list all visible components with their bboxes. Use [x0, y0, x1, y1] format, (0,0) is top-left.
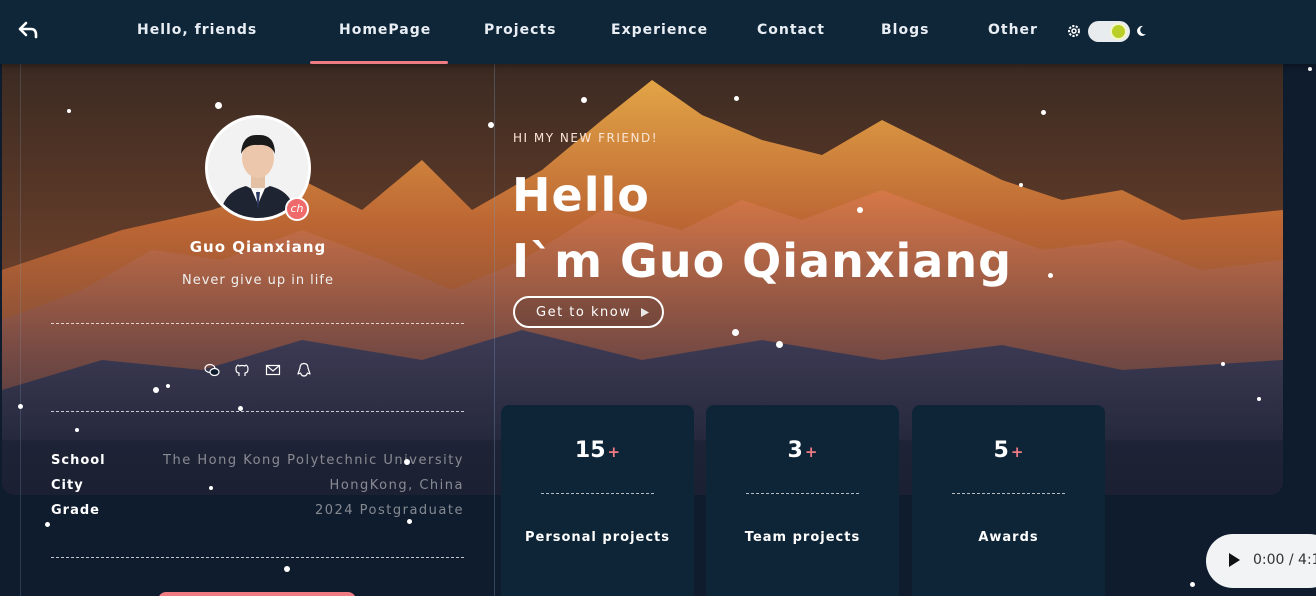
snow-particle: [488, 122, 494, 128]
play-icon[interactable]: [1228, 553, 1240, 567]
info-row-grade: Grade 2024 Postgraduate: [51, 503, 464, 521]
snow-particle: [857, 207, 863, 213]
hero-title-line1: Hello: [512, 168, 650, 222]
snow-particle: [166, 384, 170, 388]
stat-label: Awards: [978, 530, 1039, 545]
nav-item-blogs[interactable]: Blogs: [881, 22, 929, 38]
snow-particle: [1041, 110, 1046, 115]
theme-toggle[interactable]: [1088, 21, 1130, 42]
audio-time: 0:00 / 4:1: [1253, 552, 1316, 568]
snow-particle: [1308, 67, 1312, 71]
snow-particle: [209, 486, 213, 490]
snow-particle: [776, 341, 783, 348]
info-value: 2024 Postgraduate: [314, 503, 464, 518]
toggle-knob: [1110, 23, 1127, 40]
snow-particle: [18, 404, 23, 409]
gear-icon[interactable]: [1066, 23, 1082, 39]
github-icon[interactable]: [234, 362, 250, 378]
hero-kicker: HI MY NEW FRIEND!: [513, 131, 659, 145]
nav-item-other[interactable]: Other: [988, 22, 1038, 38]
snow-particle: [284, 566, 290, 572]
snow-particle: [732, 329, 739, 336]
snow-particle: [45, 522, 50, 527]
info-label: City: [51, 478, 84, 493]
snow-particle: [215, 102, 222, 109]
profile-divider-1: [51, 323, 464, 324]
stat-card-awards[interactable]: 5 + Awards: [912, 405, 1105, 596]
stat-divider: [541, 493, 654, 494]
cta-label: Get to know: [536, 305, 632, 320]
mail-icon[interactable]: [265, 362, 281, 378]
nav-item-contact[interactable]: Contact: [757, 22, 825, 38]
stat-card-team-projects[interactable]: 3 + Team projects: [706, 405, 899, 596]
avatar-badge: ch: [285, 197, 309, 221]
top-navbar: Hello, friends HomePage Projects Experie…: [0, 0, 1316, 64]
nav-item-experience[interactable]: Experience: [611, 22, 708, 38]
snow-particle: [238, 406, 243, 411]
play-arrow-icon: [641, 308, 649, 317]
snow-particle: [404, 459, 410, 465]
info-value: HongKong, China: [329, 478, 464, 493]
snow-particle: [734, 96, 739, 101]
snow-particle: [407, 519, 412, 524]
info-row-school: School The Hong Kong Polytechnic Univers…: [51, 453, 464, 471]
profile-motto: Never give up in life: [182, 273, 334, 288]
stat-card-personal-projects[interactable]: 15 + Personal projects: [501, 405, 694, 596]
profile-action-button[interactable]: [158, 592, 356, 596]
stat-value: 5 +: [993, 438, 1024, 463]
stat-value: 15 +: [574, 438, 621, 463]
info-row-city: City HongKong, China: [51, 478, 464, 496]
nav-item-projects[interactable]: Projects: [484, 22, 556, 38]
audio-player[interactable]: 0:00 / 4:1: [1206, 534, 1316, 588]
column-divider: [494, 64, 495, 596]
info-value: The Hong Kong Polytechnic University: [163, 453, 464, 468]
active-nav-indicator: [310, 61, 448, 64]
info-label: Grade: [51, 503, 100, 518]
stat-divider: [952, 493, 1065, 494]
stat-divider: [746, 493, 859, 494]
snow-particle: [1048, 273, 1053, 278]
snow-particle: [581, 97, 587, 103]
profile-divider-3: [51, 557, 464, 558]
snow-particle: [1257, 397, 1261, 401]
snow-particle: [1221, 362, 1225, 366]
info-label: School: [51, 453, 106, 468]
back-arrow-icon[interactable]: [16, 18, 40, 42]
moon-icon: [1137, 25, 1146, 36]
wechat-icon[interactable]: [204, 362, 220, 378]
qq-icon[interactable]: [296, 362, 312, 378]
hero-title: Hello I`m Guo Qianxiang: [512, 162, 1012, 294]
nav-item-homepage[interactable]: HomePage: [339, 22, 431, 38]
profile-divider-2: [51, 411, 464, 412]
get-to-know-button[interactable]: Get to know: [513, 296, 664, 328]
column-divider-left: [20, 64, 21, 596]
snow-particle: [1019, 183, 1023, 187]
snow-particle: [1190, 582, 1195, 587]
stat-label: Team projects: [744, 530, 861, 545]
nav-greeting: Hello, friends: [137, 22, 258, 38]
stat-value: 3 +: [787, 438, 818, 463]
snow-particle: [153, 387, 159, 393]
hero-title-line2: I`m Guo Qianxiang: [512, 234, 1012, 288]
profile-name: Guo Qianxiang: [189, 238, 327, 256]
snow-particle: [75, 428, 79, 432]
stat-label: Personal projects: [524, 530, 670, 545]
snow-particle: [67, 109, 71, 113]
